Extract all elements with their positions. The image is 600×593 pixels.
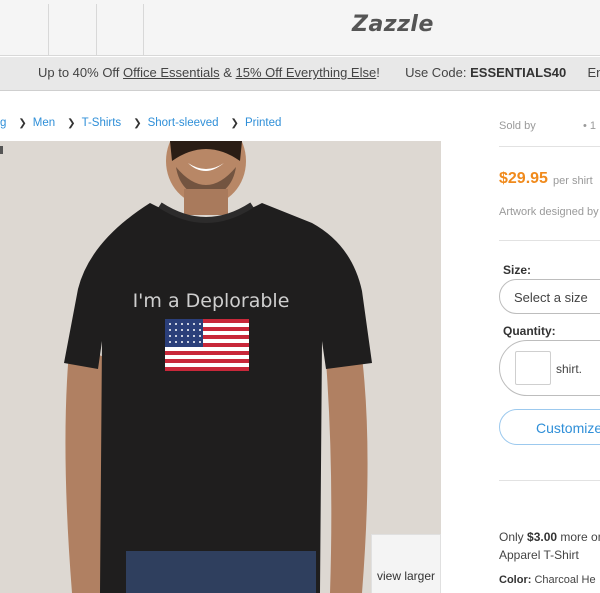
- divider: [499, 240, 600, 241]
- sold-by-label: Sold by: [499, 120, 536, 132]
- customize-button[interactable]: Customize: [499, 409, 600, 445]
- breadcrumb-item-tshirts[interactable]: T-Shirts: [82, 117, 122, 129]
- breadcrumb-item-short-sleeved[interactable]: Short-sleeved: [148, 117, 219, 129]
- quantity-input[interactable]: [515, 351, 551, 385]
- upsell-prefix: Only: [499, 530, 528, 544]
- quantity-unit: shirt.: [556, 362, 583, 376]
- promo-code: ESSENTIALS40: [470, 65, 567, 80]
- shirt-print-text: I'm a Deplorable: [133, 290, 290, 312]
- upsell-product-link[interactable]: Apparel T-Shirt: [499, 548, 579, 562]
- upsell-text: Only $3.00 more on Apparel T-Shirt: [499, 528, 600, 564]
- price: $29.95: [499, 170, 548, 187]
- sold-by-value[interactable]: • 1: [583, 120, 596, 132]
- promo-prefix: Up to 40% Off: [38, 65, 124, 80]
- promo-amp: &: [219, 65, 236, 80]
- promo-trailing-text: End: [587, 65, 600, 80]
- header-nav-cell-2[interactable]: [96, 4, 143, 56]
- price-unit: per shirt: [553, 175, 593, 187]
- color-value: Charcoal He: [531, 574, 596, 586]
- upsell-amount: $3.00: [527, 530, 558, 544]
- breadcrumb-chevron-icon: ❯: [67, 118, 76, 129]
- zazzle-logo[interactable]: Zazzle: [352, 12, 434, 37]
- breadcrumb-item-men[interactable]: Men: [33, 117, 55, 129]
- promo-code-label: Use Code:: [405, 65, 471, 80]
- promo-link-everything-else[interactable]: 15% Off Everything Else: [236, 65, 377, 80]
- header-nav-cell-3: [143, 4, 144, 56]
- size-select[interactable]: Select a size: [499, 279, 600, 314]
- promo-banner: Up to 40% Off Office Essentials & 15% Of…: [0, 57, 600, 91]
- view-larger-button[interactable]: view larger: [371, 534, 441, 593]
- model-wearing-shirt-illustration: I'm a Deplorable: [0, 141, 441, 593]
- breadcrumb-item-printed[interactable]: Printed: [245, 117, 281, 129]
- quantity-label: Quantity:: [503, 324, 556, 338]
- breadcrumb-chevron-icon: ❯: [133, 118, 142, 129]
- artwork-designed-by: Artwork designed by: [499, 206, 599, 218]
- divider: [499, 480, 600, 481]
- breadcrumb-item-clipped[interactable]: g: [0, 117, 6, 129]
- flag-graphic: [165, 319, 249, 371]
- breadcrumb: g ❯ Men ❯ T-Shirts ❯ Short-sleeved ❯ Printed: [0, 117, 281, 129]
- breadcrumb-chevron-icon: ❯: [230, 118, 239, 129]
- promo-link-office-essentials[interactable]: Office Essentials: [123, 65, 220, 80]
- breadcrumb-chevron-icon: ❯: [18, 118, 27, 129]
- size-label: Size:: [503, 263, 532, 277]
- divider: [499, 146, 600, 147]
- site-header: Zazzle: [0, 0, 600, 56]
- header-nav-cell-1[interactable]: [48, 4, 96, 56]
- upsell-suffix: more on: [557, 530, 600, 544]
- color-info: Color: Charcoal He: [499, 574, 596, 586]
- clipped-edge-mark: [0, 146, 3, 154]
- promo-bang: !: [376, 65, 380, 80]
- product-image[interactable]: I'm a Deplorable: [0, 141, 441, 593]
- color-label: Color:: [499, 574, 532, 586]
